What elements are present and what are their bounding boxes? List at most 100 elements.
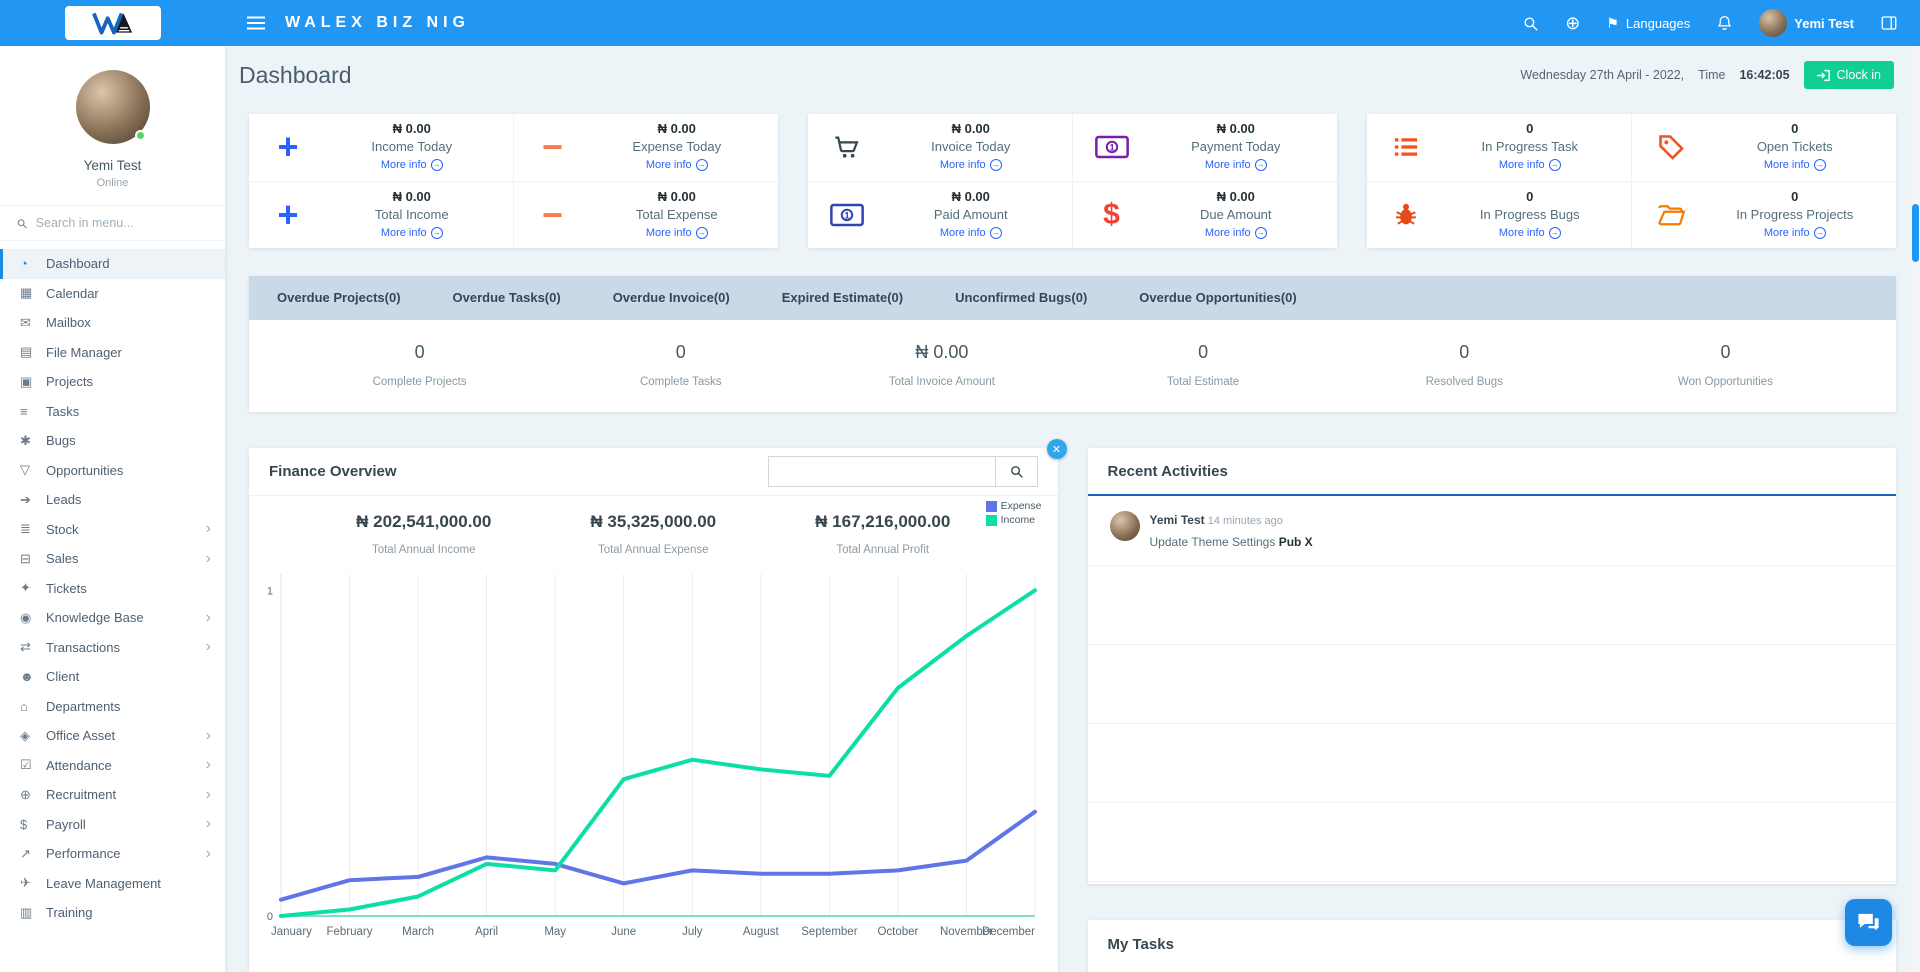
stat-value: 0 <box>1698 121 1893 136</box>
sidebar-item-calendar[interactable]: ▦Calendar <box>0 279 225 309</box>
bug-icon: ✱ <box>20 433 46 449</box>
app-root: WALEX BIZ NIG ⊕ ⚑ Languages Yemi Test <box>0 0 1920 972</box>
legend-swatch <box>986 515 997 526</box>
more-info-link[interactable]: More info→ <box>381 227 443 239</box>
panel-toggle-icon[interactable] <box>1880 14 1898 32</box>
sidebar-item-opportunities[interactable]: ▽Opportunities <box>0 456 225 486</box>
sidebar-item-mailbox[interactable]: ✉Mailbox <box>0 308 225 338</box>
svg-text:July: July <box>682 926 703 938</box>
menu-toggle-icon[interactable] <box>247 16 265 30</box>
sidebar-item-transactions[interactable]: ⇄Transactions› <box>0 633 225 663</box>
sidebar-item-office-asset[interactable]: ◈Office Asset› <box>0 721 225 751</box>
more-info-link[interactable]: More info→ <box>1764 227 1826 239</box>
stat-value: ₦ 0.00 <box>580 121 775 136</box>
user-menu[interactable]: Yemi Test <box>1759 9 1854 37</box>
sidebar-item-leads[interactable]: ➔Leads <box>0 485 225 515</box>
tab-expired-estimate[interactable]: Expired Estimate(0) <box>756 276 929 320</box>
more-info-link[interactable]: More info→ <box>381 159 443 171</box>
scrollbar-thumb[interactable] <box>1912 204 1919 262</box>
legend-item-income: Income <box>986 514 1042 526</box>
more-info-link[interactable]: More info→ <box>1764 159 1826 171</box>
close-icon[interactable]: ✕ <box>1047 439 1067 459</box>
sidebar-item-dashboard[interactable]: ◔Dashboard <box>0 249 225 279</box>
arrow-circle-icon: → <box>1814 227 1826 239</box>
more-info-link[interactable]: More info→ <box>646 159 708 171</box>
summary-value: 0 <box>1334 342 1595 363</box>
sidebar-item-tickets[interactable]: ✦Tickets <box>0 574 225 604</box>
sidebar-item-file-manager[interactable]: ▤File Manager <box>0 338 225 368</box>
notifications-bell-icon[interactable] <box>1716 14 1733 32</box>
sidebar-item-bugs[interactable]: ✱Bugs <box>0 426 225 456</box>
stat-card-2: ₦ 0.00Invoice TodayMore info→1₦ 0.00Paym… <box>808 114 1337 248</box>
sidebar-item-stock[interactable]: ≣Stock› <box>0 515 225 545</box>
more-info-link[interactable]: More info→ <box>940 227 1002 239</box>
more-info-link[interactable]: More info→ <box>940 159 1002 171</box>
sidebar-search-input[interactable] <box>36 216 209 230</box>
stat-text: ₦ 0.00Total ExpenseMore info→ <box>580 189 775 241</box>
clock-in-button[interactable]: Clock in <box>1804 61 1894 89</box>
chat-icon <box>1857 911 1880 934</box>
sidebar-item-label: Leads <box>46 492 81 507</box>
sidebar-item-label: Transactions <box>46 640 120 655</box>
tab-overdue-opportunities[interactable]: Overdue Opportunities(0) <box>1113 276 1322 320</box>
sidebar-item-performance[interactable]: ↗Performance› <box>0 839 225 869</box>
sidebar-item-training[interactable]: ▥Training <box>0 898 225 928</box>
more-info-link[interactable]: More info→ <box>1499 159 1561 171</box>
sidebar-item-client[interactable]: ☻Client <box>0 662 225 692</box>
svg-text:October: October <box>878 926 919 938</box>
more-info-link[interactable]: More info→ <box>646 227 708 239</box>
sidebar-item-tasks[interactable]: ≡Tasks <box>0 397 225 427</box>
legend-swatch <box>986 501 997 512</box>
profile-avatar[interactable] <box>76 70 150 144</box>
total-label: Total Annual Expense <box>539 544 769 556</box>
stat-value: ₦ 0.00 <box>874 189 1068 204</box>
quick-add-icon[interactable]: ⊕ <box>1565 14 1580 32</box>
stat-in-progress-task: 0In Progress TaskMore info→ <box>1367 114 1632 182</box>
more-info-text: More info <box>1764 159 1810 171</box>
chat-button[interactable] <box>1845 899 1892 946</box>
brand-logo[interactable] <box>65 6 161 40</box>
stat-value: ₦ 0.00 <box>315 121 509 136</box>
tab-overdue-invoice[interactable]: Overdue Invoice(0) <box>587 276 756 320</box>
more-info-text: More info <box>646 159 692 171</box>
summary-complete-projects: 0 Complete Projects <box>289 342 550 388</box>
languages-menu[interactable]: ⚑ Languages <box>1606 15 1690 32</box>
sidebar-item-projects[interactable]: ▣Projects <box>0 367 225 397</box>
more-info-link[interactable]: More info→ <box>1205 159 1267 171</box>
finance-search-icon <box>1009 464 1024 479</box>
stat-value: ₦ 0.00 <box>1139 189 1334 204</box>
tab-overdue-projects[interactable]: Overdue Projects(0) <box>251 276 427 320</box>
chevron-right-icon: › <box>206 787 211 803</box>
sidebar-item-departments[interactable]: ⌂Departments <box>0 692 225 722</box>
sidebar-item-leave-management[interactable]: ✈Leave Management <box>0 869 225 899</box>
summary-label: Complete Tasks <box>550 376 811 388</box>
stock-icon: ≣ <box>20 521 46 537</box>
more-info-link[interactable]: More info→ <box>1205 227 1267 239</box>
sidebar-item-sales[interactable]: ⊟Sales› <box>0 544 225 574</box>
sales-icon: ⊟ <box>20 551 46 567</box>
total-label: Total Annual Profit <box>768 544 998 556</box>
svg-text:February: February <box>327 926 373 938</box>
activity-empty-row <box>1088 724 1897 803</box>
sidebar-item-recruitment[interactable]: ⊕Recruitment› <box>0 780 225 810</box>
arrow-circle-icon: → <box>431 227 443 239</box>
svg-text:1: 1 <box>1109 143 1115 154</box>
client-icon: ☻ <box>20 669 46 684</box>
search-icon[interactable] <box>1522 15 1539 32</box>
my-tasks-header: My Tasks <box>1088 920 1897 968</box>
stat-text: ₦ 0.00Due AmountMore info→ <box>1139 189 1334 241</box>
sidebar-item-knowledge-base[interactable]: ◉Knowledge Base› <box>0 603 225 633</box>
finance-search-button[interactable] <box>996 456 1038 487</box>
stat-value: 0 <box>1433 121 1627 136</box>
sidebar-item-attendance[interactable]: ☑Attendance› <box>0 751 225 781</box>
stat-cards-row: +₦ 0.00Income TodayMore info→−₦ 0.00Expe… <box>249 114 1896 248</box>
finance-search-input[interactable] <box>768 456 996 487</box>
tab-unconfirmed-bugs[interactable]: Unconfirmed Bugs(0) <box>929 276 1113 320</box>
chart-legend: ExpenseIncome <box>986 500 1042 528</box>
header-right: Wednesday 27th April - 2022, Time 16:42:… <box>1520 61 1894 89</box>
tab-overdue-tasks[interactable]: Overdue Tasks(0) <box>427 276 587 320</box>
summary-resolved-bugs: 0 Resolved Bugs <box>1334 342 1595 388</box>
sidebar-item-payroll[interactable]: $Payroll› <box>0 810 225 840</box>
more-info-link[interactable]: More info→ <box>1499 227 1561 239</box>
my-tasks-title: My Tasks <box>1108 936 1174 953</box>
